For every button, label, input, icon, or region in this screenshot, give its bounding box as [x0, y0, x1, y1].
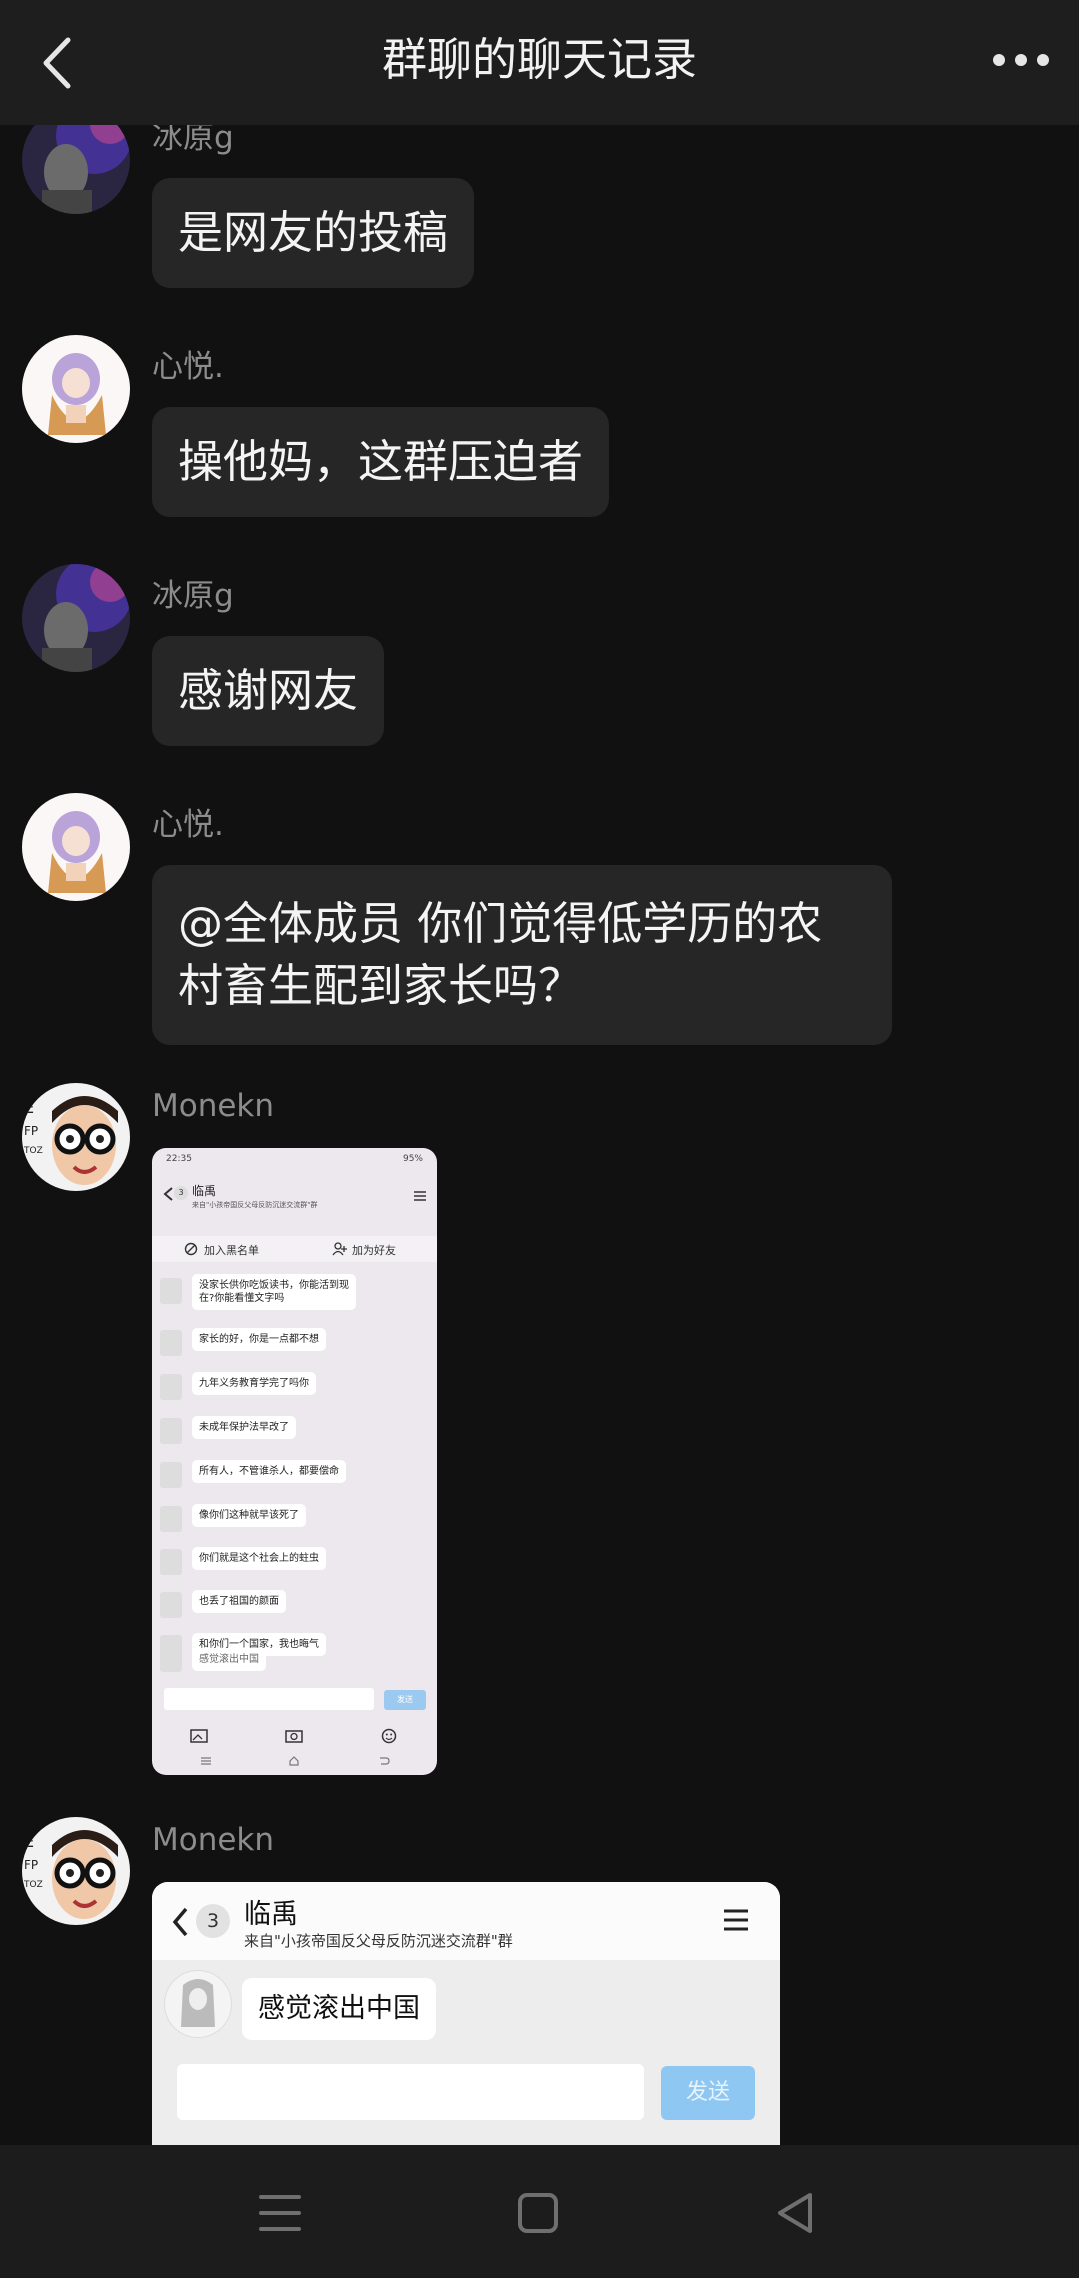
image-message-screenshot[interactable]: 3 临禹 来自"小孩帝国反父母反防沉迷交流群"群 感觉滚出中国 发送: [152, 1882, 780, 2145]
message-bubble[interactable]: 感谢网友: [152, 636, 385, 746]
unread-badge: 3: [174, 1186, 188, 1200]
nav-home-button[interactable]: [508, 2185, 568, 2241]
avatar: [160, 1549, 182, 1575]
status-battery: 95%: [402, 1154, 423, 1164]
chat-title: 临禹: [192, 1184, 217, 1198]
avatar[interactable]: [22, 335, 130, 443]
more-dots-icon: [993, 54, 1049, 66]
image-message-screenshot[interactable]: 22:35 95% 3 临禹 来自"小孩帝国反父母反防沉迷交流群"群 加入黑名单…: [152, 1148, 437, 1775]
avatar: [160, 1462, 182, 1488]
list-item: 九年义务教育学完了吗你: [152, 1370, 437, 1404]
blacklist-label: 加入黑名单: [204, 1244, 259, 1257]
message-text: 没家长供你吃饭读书，你能活到现 在?你能看懂文字吗: [192, 1274, 356, 1310]
chat-title: 临禹: [244, 1899, 298, 1930]
avatar: [160, 1330, 182, 1356]
system-nav-bar: [0, 2145, 1079, 2278]
avatar: [160, 1374, 182, 1400]
list-item: 感觉滚出中国: [152, 1648, 437, 1678]
list-item: 没家长供你吃饭读书，你能活到现 在?你能看懂文字吗: [152, 1274, 437, 1310]
message-bubble[interactable]: 操他妈，这群压迫者: [152, 407, 610, 517]
avatar: [160, 1592, 182, 1618]
square-home-icon: [518, 2193, 558, 2233]
list-item: 你们就是这个社会上的蛀虫: [152, 1545, 437, 1579]
avatar: [160, 1418, 182, 1444]
menu-lines-icon: [201, 1757, 211, 1765]
message-text: 所有人，不管谁杀人，都要偿命: [192, 1460, 346, 1483]
message-text: 家长的好，你是一点都不想: [192, 1328, 326, 1351]
add-friend-icon: [332, 1242, 347, 1256]
sender-name: 心悦.: [152, 349, 224, 385]
chat-history[interactable]: 冰原g 是网友的投稿 心悦. 操他妈，这群压迫者 冰原g 感谢网友 心悦. @全…: [0, 0, 1079, 2145]
chat-header: 3 临禹 来自"小孩帝国反父母反防沉迷交流群"群: [152, 1882, 780, 1960]
send-button: 发送: [661, 2066, 755, 2120]
top-bar: 群聊的聊天记录: [0, 0, 1079, 125]
message-input: [164, 1688, 374, 1710]
send-button: 发送: [384, 1690, 426, 1710]
nav-back-button[interactable]: [766, 2185, 826, 2241]
message-text: 你们就是这个社会上的蛀虫: [192, 1547, 326, 1570]
svg-text:TOZ: TOZ: [23, 1880, 43, 1890]
message-text: 未成年保护法早改了: [192, 1416, 296, 1439]
more-button[interactable]: [989, 40, 1053, 80]
svg-text:FP: FP: [24, 1858, 38, 1872]
page-title: 群聊的聊天记录: [381, 33, 697, 86]
message-text: 也丢了祖国的颜面: [192, 1590, 286, 1613]
message-text: 九年义务教育学完了吗你: [192, 1372, 316, 1395]
menu-lines-icon: [259, 2195, 301, 2231]
sender-name: 冰原g: [152, 578, 234, 614]
avatar[interactable]: E FP TOZ: [22, 1083, 130, 1191]
block-icon: [184, 1242, 198, 1256]
chat-subtitle: 来自"小孩帝国反父母反防沉迷交流群"群: [244, 1932, 513, 1950]
sender-name: Monekn: [152, 1088, 275, 1124]
list-item: 也丢了祖国的颜面: [152, 1588, 437, 1622]
avatar[interactable]: [22, 564, 130, 672]
menu-icon: [414, 1191, 426, 1201]
svg-text:E: E: [24, 1098, 34, 1117]
avatar: [160, 1650, 182, 1672]
message-bubble[interactable]: 是网友的投稿: [152, 178, 475, 288]
message-text: 感觉滚出中国: [192, 1648, 266, 1671]
menu-icon: [724, 1909, 748, 1931]
triangle-back-icon: [380, 1757, 390, 1765]
triangle-back-icon: [778, 2193, 812, 2233]
square-home-icon: [289, 1756, 299, 1766]
emoji-icon: [381, 1728, 397, 1744]
list-item: 未成年保护法早改了: [152, 1414, 437, 1448]
status-time: 22:35: [166, 1154, 192, 1164]
action-bar: 加入黑名单 加为好友: [152, 1236, 437, 1262]
message-line: 村畜生配到家长吗？: [178, 959, 584, 1012]
chat-subtitle: 来自"小孩帝国反父母反防沉迷交流群"群: [192, 1201, 318, 1209]
chat-header: 3 临禹 来自"小孩帝国反父母反防沉迷交流群"群: [152, 1176, 437, 1236]
svg-text:TOZ: TOZ: [23, 1146, 43, 1156]
svg-text:FP: FP: [24, 1124, 38, 1138]
unread-badge: 3: [196, 1904, 230, 1938]
avatar: [160, 1278, 182, 1304]
avatar[interactable]: E FP TOZ: [22, 1817, 130, 1925]
status-bar: 22:35 95%: [152, 1148, 437, 1176]
list-item: 所有人，不管谁杀人，都要偿命: [152, 1458, 437, 1492]
camera-icon: [285, 1730, 303, 1743]
message-text: 感觉滚出中国: [242, 1978, 436, 2040]
image-icon: [190, 1729, 208, 1743]
bottom-toolbar: [152, 1728, 437, 1772]
sender-name: 心悦.: [152, 807, 224, 843]
message-bubble[interactable]: @全体成员 你们觉得低学历的农 村畜生配到家长吗？: [152, 865, 892, 1045]
svg-text:E: E: [24, 1832, 34, 1851]
add-friend-label: 加为好友: [352, 1244, 396, 1257]
list-item: 家长的好，你是一点都不想: [152, 1326, 437, 1360]
avatar[interactable]: [22, 793, 130, 901]
chevron-left-icon: [172, 1907, 188, 1937]
avatar: [160, 1506, 182, 1532]
sender-name: Monekn: [152, 1822, 275, 1858]
list-item: 像你们这种就早该死了: [152, 1502, 437, 1536]
message-input: [177, 2064, 644, 2120]
avatar: [164, 1970, 232, 2038]
nav-menu-button[interactable]: [251, 2185, 311, 2241]
message-text: 像你们这种就早该死了: [192, 1504, 306, 1527]
chevron-left-icon: [163, 1187, 173, 1201]
message-line: @全体成员 你们觉得低学历的农: [178, 897, 823, 950]
